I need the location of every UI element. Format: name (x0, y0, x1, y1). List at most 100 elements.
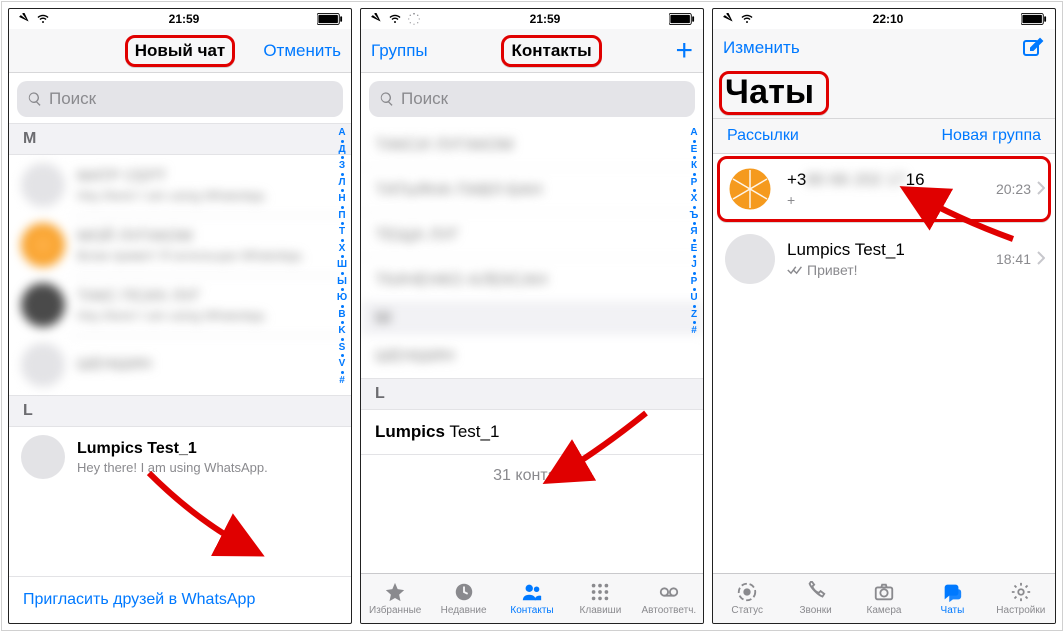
search-icon (27, 91, 43, 107)
search-bar[interactable]: Поиск (17, 81, 343, 117)
nav-title: Новый чат (135, 41, 225, 60)
chat-row[interactable]: Lumpics Test_1 Привет! 18:41 (713, 224, 1055, 294)
search-icon (379, 91, 395, 107)
invite-friends-link[interactable]: Пригласить друзей в WhatsApp (9, 576, 351, 623)
avatar (725, 234, 775, 284)
navbar: Группы Контакты + (361, 29, 703, 73)
tab-settings[interactable]: Настройки (987, 574, 1055, 623)
add-contact-button[interactable]: + (675, 42, 693, 60)
tab-calls[interactable]: Звонки (781, 574, 849, 623)
contact-row[interactable]: ТКАЧЕНКО АЛЕКСАН (361, 257, 703, 302)
contact-row[interactable]: Lumpics Test_1 (361, 410, 703, 454)
search-placeholder: Поиск (401, 89, 448, 109)
contact-count: 31 контакт (361, 454, 703, 497)
nav-title: Контакты (511, 41, 591, 60)
page-title: Чаты (713, 67, 1055, 118)
clock-icon (451, 581, 477, 603)
contacts-icon (519, 581, 545, 603)
avatar (21, 435, 65, 479)
contact-row[interactable]: ТАКСИ ЛУГАКОМ (361, 123, 703, 167)
status-icon (734, 581, 760, 603)
avatar (725, 164, 775, 214)
chat-title: Lumpics Test_1 (787, 240, 996, 260)
content-area: +380 66 202 1716 + 20:23 Lum (713, 154, 1055, 573)
contact-row[interactable]: ТАКС ПСИХ ЛУГHey there! I am using Whats… (9, 275, 351, 335)
phone-icon (803, 581, 829, 603)
loading-icon (407, 12, 421, 26)
chats-icon (939, 581, 965, 603)
content-area: ТАКСИ ЛУГАКОМ ТАТЬЯНА ПАВЛ-БАН ТЕЩА ЛУГ … (361, 123, 703, 573)
content-area: М МАТР СЕРТHey there! I am using WhatsAp… (9, 123, 351, 576)
index-bar[interactable]: АДЗЛНПТХШЫЮBKSV# (335, 127, 349, 572)
tab-keypad[interactable]: Клавиши (566, 574, 634, 623)
groups-button[interactable]: Группы (371, 41, 428, 61)
status-time: 21:59 (169, 12, 200, 26)
status-time: 22:10 (873, 12, 904, 26)
tab-voicemail[interactable]: Автоответч. (635, 574, 703, 623)
contact-row[interactable]: ШЕНШИН (9, 335, 351, 395)
section-label-L: L (9, 395, 351, 427)
contact-row[interactable]: Lumpics Test_1Hey there! I am using What… (9, 427, 351, 487)
chevron-right-icon (1037, 181, 1045, 198)
section-label: Ш (361, 302, 703, 334)
navbar: Изменить (713, 29, 1055, 67)
tab-bar: Статус Звонки Камера Чаты Настройки (713, 573, 1055, 623)
airplane-icon (17, 13, 31, 25)
tab-status[interactable]: Статус (713, 574, 781, 623)
contact-row[interactable]: МАТР СЕРТHey there! I am using WhatsApp. (9, 155, 351, 215)
avatar (21, 343, 65, 387)
broadcasts-link[interactable]: Рассылки (727, 127, 799, 145)
screen-new-chat: 21:59 Новый чат Отменить Поиск М МАТ (8, 8, 352, 624)
chat-row[interactable]: +380 66 202 1716 + 20:23 (713, 154, 1055, 224)
screen-chats: 22:10 Изменить Чаты Рассылки Новая групп… (712, 8, 1056, 624)
index-bar[interactable]: АЕКРХЪЯEJPUZ# (687, 127, 701, 569)
compose-button[interactable] (1021, 36, 1045, 60)
battery-icon (317, 13, 343, 25)
wifi-icon (739, 13, 755, 25)
tab-recents[interactable]: Недавние (429, 574, 497, 623)
chat-subtitle: Привет! (787, 262, 996, 278)
screen-contacts: 21:59 Группы Контакты + Поиск ТАКСИ ЛУГА… (360, 8, 704, 624)
status-bar: 21:59 (361, 9, 703, 29)
contact-row[interactable]: ТЕЩА ЛУГ (361, 212, 703, 257)
tab-bar: Избранные Недавние Контакты Клавиши Авто… (361, 573, 703, 623)
tab-contacts[interactable]: Контакты (498, 574, 566, 623)
search-placeholder: Поиск (49, 89, 96, 109)
camera-icon (871, 581, 897, 603)
chat-time: 18:41 (996, 251, 1031, 267)
status-bar: 22:10 (713, 9, 1055, 29)
tab-camera[interactable]: Камера (850, 574, 918, 623)
star-icon (382, 581, 408, 603)
tab-favorites[interactable]: Избранные (361, 574, 429, 623)
avatar (21, 283, 65, 327)
new-group-link[interactable]: Новая группа (941, 127, 1041, 145)
tab-chats[interactable]: Чаты (918, 574, 986, 623)
chat-title: +380 66 202 1716 (787, 170, 996, 190)
gear-icon (1008, 581, 1034, 603)
chat-subtitle: + (787, 192, 996, 208)
avatar (21, 163, 65, 207)
status-bar: 21:59 (9, 9, 351, 29)
chat-time: 20:23 (996, 181, 1031, 197)
battery-icon (669, 13, 695, 25)
edit-button[interactable]: Изменить (723, 38, 800, 58)
chevron-right-icon (1037, 251, 1045, 268)
navbar: Новый чат Отменить (9, 29, 351, 73)
avatar (21, 223, 65, 267)
airplane-icon (721, 13, 735, 25)
search-bar[interactable]: Поиск (369, 81, 695, 117)
contact-row[interactable]: МОЙ ЛУГАКОМВсем привет! Я использую What… (9, 215, 351, 275)
airplane-icon (369, 13, 383, 25)
wifi-icon (387, 13, 403, 25)
keypad-icon (587, 581, 613, 603)
cancel-button[interactable]: Отменить (261, 41, 341, 61)
battery-icon (1021, 13, 1047, 25)
contact-row[interactable]: ТАТЬЯНА ПАВЛ-БАН (361, 167, 703, 212)
contact-row[interactable]: ШЕНШИН (361, 334, 703, 378)
read-receipt-icon (787, 264, 803, 276)
section-label-L: L (361, 378, 703, 410)
status-time: 21:59 (530, 12, 561, 26)
wifi-icon (35, 13, 51, 25)
voicemail-icon (656, 581, 682, 603)
section-label-M: М (9, 123, 351, 155)
